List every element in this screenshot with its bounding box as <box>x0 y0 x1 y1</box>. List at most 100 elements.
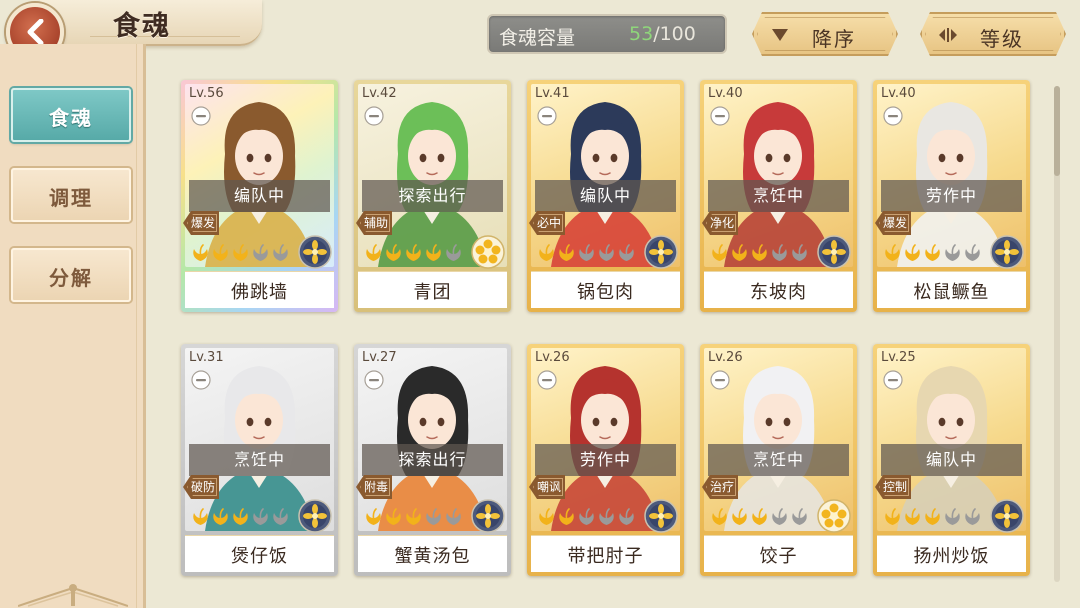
food-soul-card[interactable]: Lv.56 编队中 爆发 佛跳墙 <box>181 80 338 312</box>
rarity-star-icon <box>559 508 574 525</box>
rarity-star-icon <box>732 508 747 525</box>
food-soul-card[interactable]: Lv.31 烹饪中 破防 煲仔饭 <box>181 344 338 576</box>
card-level: Lv.40 <box>708 86 743 101</box>
sort-field-button[interactable]: 等级 <box>920 12 1066 56</box>
card-name-bar: 青团 <box>358 271 507 308</box>
food-soul-card[interactable]: Lv.42 探索出行 辅助 青团 <box>354 80 511 312</box>
card-level: Lv.27 <box>362 350 397 365</box>
capacity-count: 53/100 <box>629 23 696 45</box>
card-rarity <box>364 244 464 264</box>
card-name-bar: 饺子 <box>704 535 853 572</box>
card-status: 编队中 <box>535 180 676 212</box>
card-element-emblem <box>817 235 851 269</box>
rarity-star-icon <box>386 244 401 261</box>
sidebar-item-label: 食魂 <box>49 106 93 130</box>
card-rarity <box>537 508 637 528</box>
sort-order-button[interactable]: 降序 <box>752 12 898 56</box>
chat-bubble-icon <box>364 106 384 126</box>
card-name: 松鼠鳜鱼 <box>913 282 990 303</box>
rarity-star-icon <box>885 508 900 525</box>
rarity-star-empty-icon <box>599 244 614 261</box>
card-status: 编队中 <box>189 180 330 212</box>
food-soul-card[interactable]: Lv.27 探索出行 附毒 蟹黄汤包 <box>354 344 511 576</box>
rarity-star-empty-icon <box>965 244 980 261</box>
chat-bubble-icon <box>883 370 903 390</box>
rarity-star-icon <box>366 508 381 525</box>
sidebar-item-food-souls[interactable]: 食魂 <box>11 88 131 142</box>
rarity-star-empty-icon <box>273 244 288 261</box>
element-gold-icon <box>471 235 505 269</box>
card-name: 带把肘子 <box>567 546 644 567</box>
food-soul-card[interactable]: Lv.26 烹饪中 治疗 饺子 <box>700 344 857 576</box>
rarity-star-empty-icon <box>792 508 807 525</box>
capacity-current: 53 <box>629 23 654 45</box>
rarity-star-empty-icon <box>426 508 441 525</box>
card-level: Lv.56 <box>189 86 224 101</box>
rarity-star-icon <box>752 508 767 525</box>
sidebar-item-conditioning[interactable]: 调理 <box>11 168 131 222</box>
food-soul-card[interactable]: Lv.41 编队中 必中 锅包肉 <box>527 80 684 312</box>
rarity-star-empty-icon <box>945 508 960 525</box>
card-status: 劳作中 <box>535 444 676 476</box>
rarity-star-icon <box>712 244 727 261</box>
element-blue-icon <box>817 235 851 269</box>
element-blue-icon <box>298 235 332 269</box>
chat-bubble-icon <box>537 106 557 126</box>
sidebar: 食魂 调理 分解 <box>0 44 146 608</box>
card-rarity <box>710 508 810 528</box>
chat-bubble-icon <box>191 106 211 126</box>
rarity-star-empty-icon <box>965 508 980 525</box>
card-element-emblem <box>644 499 678 533</box>
card-name: 蟹黄汤包 <box>394 546 471 567</box>
food-soul-card[interactable]: Lv.26 劳作中 嘲讽 带把肘子 <box>527 344 684 576</box>
card-name: 扬州炒饭 <box>913 546 990 567</box>
rarity-star-icon <box>905 244 920 261</box>
rarity-star-icon <box>559 244 574 261</box>
rarity-star-empty-icon <box>619 508 634 525</box>
capacity-total: 100 <box>659 23 696 45</box>
chat-bubble-icon <box>710 370 730 390</box>
card-name: 青团 <box>413 282 452 303</box>
card-name-bar: 带把肘子 <box>531 535 680 572</box>
card-status: 探索出行 <box>362 180 503 212</box>
rarity-star-empty-icon <box>579 508 594 525</box>
food-soul-card[interactable]: Lv.40 劳作中 爆发 松鼠鳜鱼 <box>873 80 1030 312</box>
rarity-star-icon <box>539 244 554 261</box>
element-gold-icon <box>817 499 851 533</box>
card-level: Lv.40 <box>881 86 916 101</box>
triangle-down-icon <box>770 26 790 44</box>
sidebar-item-label: 分解 <box>49 266 93 290</box>
card-level: Lv.25 <box>881 350 916 365</box>
food-soul-card[interactable]: Lv.25 编队中 控制 扬州炒饭 <box>873 344 1030 576</box>
rarity-star-icon <box>426 244 441 261</box>
rarity-star-icon <box>406 244 421 261</box>
capacity-label: 食魂容量 <box>499 27 576 49</box>
food-soul-card[interactable]: Lv.40 烹饪中 净化 东坡肉 <box>700 80 857 312</box>
rarity-star-empty-icon <box>945 244 960 261</box>
element-blue-icon <box>298 499 332 533</box>
card-rarity <box>883 508 983 528</box>
card-name-bar: 扬州炒饭 <box>877 535 1026 572</box>
card-element-emblem <box>298 235 332 269</box>
element-blue-icon <box>471 499 505 533</box>
rarity-star-empty-icon <box>446 244 461 261</box>
scrollbar[interactable] <box>1054 86 1060 582</box>
card-level: Lv.42 <box>362 86 397 101</box>
card-rarity <box>537 244 637 264</box>
rarity-star-empty-icon <box>253 244 268 261</box>
page-title: 食魂 <box>113 11 171 42</box>
card-level: Lv.26 <box>535 350 570 365</box>
card-name: 饺子 <box>759 546 798 567</box>
rarity-star-empty-icon <box>619 244 634 261</box>
card-name: 锅包肉 <box>577 282 634 303</box>
rarity-star-empty-icon <box>772 508 787 525</box>
card-level: Lv.31 <box>189 350 224 365</box>
card-element-emblem <box>298 499 332 533</box>
sidebar-item-dismantle[interactable]: 分解 <box>11 248 131 302</box>
rarity-star-empty-icon <box>792 244 807 261</box>
card-status: 编队中 <box>881 444 1022 476</box>
card-rarity <box>710 244 810 264</box>
scrollbar-thumb[interactable] <box>1054 86 1060 176</box>
card-level: Lv.26 <box>708 350 743 365</box>
card-name: 东坡肉 <box>750 282 807 303</box>
